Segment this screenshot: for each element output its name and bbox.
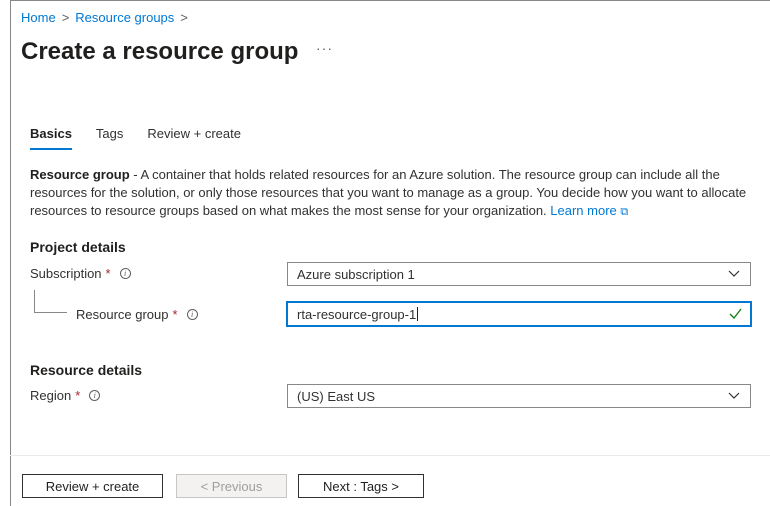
subscription-dropdown[interactable]: Azure subscription 1 xyxy=(287,262,751,286)
breadcrumb: Home > Resource groups > xyxy=(21,10,188,25)
external-link-icon: ⧉ xyxy=(620,206,629,218)
required-asterisk: * xyxy=(172,307,178,322)
previous-button[interactable]: < Previous xyxy=(176,474,287,498)
more-options-icon[interactable]: ··· xyxy=(316,40,333,56)
subscription-value: Azure subscription 1 xyxy=(297,266,415,282)
breadcrumb-separator: > xyxy=(180,10,188,25)
breadcrumb-home-link[interactable]: Home xyxy=(21,10,56,25)
footer-divider xyxy=(10,455,770,456)
info-icon[interactable]: i xyxy=(186,309,198,320)
learn-more-label: Learn more xyxy=(550,203,617,218)
required-asterisk: * xyxy=(75,388,81,403)
learn-more-link[interactable]: Learn more ⧉ xyxy=(550,203,628,218)
region-value: (US) East US xyxy=(297,388,376,404)
subscription-label-text: Subscription xyxy=(30,266,102,281)
chevron-down-icon xyxy=(728,270,740,277)
page-title: Create a resource group xyxy=(21,38,299,65)
region-label-text: Region xyxy=(30,388,72,403)
region-label: Region * i xyxy=(30,388,101,403)
resource-group-input[interactable]: rta-resource-group-1 xyxy=(286,301,752,327)
info-icon[interactable]: i xyxy=(89,390,101,401)
description-text: - A container that holds related resourc… xyxy=(30,167,747,218)
resource-group-description: Resource group - A container that holds … xyxy=(30,166,756,221)
tree-connector xyxy=(34,312,67,313)
text-caret xyxy=(417,307,419,321)
project-details-heading: Project details xyxy=(30,239,126,255)
breadcrumb-resource-groups-link[interactable]: Resource groups xyxy=(75,10,174,25)
breadcrumb-separator: > xyxy=(61,10,70,25)
resource-group-value: rta-resource-group-1 xyxy=(297,306,417,322)
chevron-down-icon xyxy=(728,392,740,399)
checkmark-icon xyxy=(729,308,742,319)
tree-connector xyxy=(34,290,35,312)
info-icon[interactable]: i xyxy=(119,268,131,279)
tab-tags[interactable]: Tags xyxy=(96,126,123,148)
next-tags-button[interactable]: Next : Tags > xyxy=(298,474,424,498)
tab-bar: Basics Tags Review + create xyxy=(30,126,241,150)
description-term: Resource group xyxy=(30,167,130,182)
subscription-label: Subscription * i xyxy=(30,266,131,281)
review-create-button[interactable]: Review + create xyxy=(22,474,163,498)
required-asterisk: * xyxy=(105,266,111,281)
tab-basics[interactable]: Basics xyxy=(30,126,72,150)
resource-group-label-text: Resource group xyxy=(76,307,169,322)
tab-review-create[interactable]: Review + create xyxy=(147,126,241,148)
region-dropdown[interactable]: (US) East US xyxy=(287,384,751,408)
resource-details-heading: Resource details xyxy=(30,362,143,378)
resource-group-label: Resource group * i xyxy=(76,307,198,322)
